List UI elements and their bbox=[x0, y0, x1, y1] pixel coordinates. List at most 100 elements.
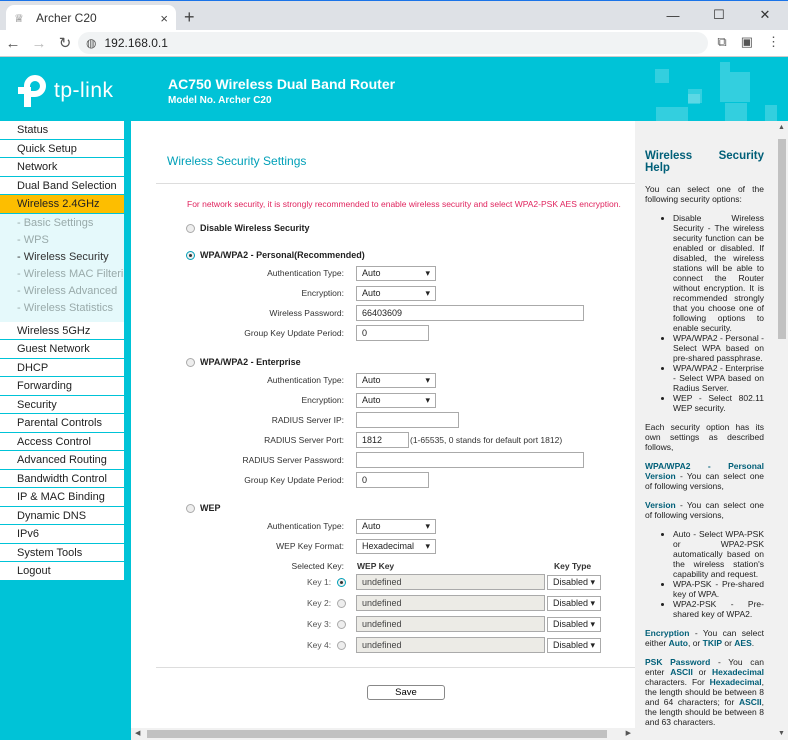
security-warning: For network security, it is strongly rec… bbox=[187, 199, 621, 209]
sidebar-item-parental-controls[interactable]: Parental Controls bbox=[0, 414, 124, 433]
bottom-divider bbox=[156, 667, 635, 668]
sidebar-item-advanced-routing[interactable]: Advanced Routing bbox=[0, 451, 124, 470]
scroll-down-icon[interactable]: ▼ bbox=[778, 730, 785, 737]
close-window-button[interactable]: ✕ bbox=[742, 1, 788, 29]
enterprise-gk-label: Group Key Update Period: bbox=[244, 475, 344, 485]
help-vertical-scrollbar[interactable]: ▲ ▼ bbox=[776, 121, 788, 740]
reload-icon[interactable]: ↻ bbox=[52, 34, 78, 52]
address-bar-row: ← → ↻ ◍ 192.168.0.1 ⧉ ▣ ⋮ bbox=[0, 30, 788, 57]
help-title: Wireless Security Help bbox=[645, 150, 764, 174]
translate-icon[interactable]: ⧉ bbox=[717, 34, 726, 50]
wep-radio[interactable] bbox=[186, 503, 195, 513]
key2-radio[interactable] bbox=[337, 598, 347, 608]
key3-input[interactable]: undefined bbox=[356, 616, 545, 632]
key3-type-select[interactable]: Disabled bbox=[547, 617, 601, 632]
browser-tab-strip: ♕ Archer C20 × + — ☐ ✕ bbox=[0, 0, 788, 31]
help-encryption: Encryption - You can select either Auto,… bbox=[645, 628, 764, 648]
help-option: WEP - Select 802.11 WEP security. bbox=[673, 393, 764, 413]
radius-port-input[interactable]: 1812 bbox=[356, 432, 409, 448]
personal-gk-label: Group Key Update Period: bbox=[244, 328, 344, 338]
minimize-button[interactable]: — bbox=[650, 1, 696, 29]
sidebar-item-status[interactable]: Status bbox=[0, 121, 124, 140]
wpa-enterprise-radio[interactable] bbox=[186, 357, 195, 367]
scroll-left-icon[interactable]: ◀ bbox=[135, 728, 140, 740]
key4-type-select[interactable]: Disabled bbox=[547, 638, 601, 653]
sidebar-item-ipv6[interactable]: IPv6 bbox=[0, 525, 124, 544]
key1-type-select[interactable]: Disabled bbox=[547, 575, 601, 590]
sidebar-item-access-control[interactable]: Access Control bbox=[0, 432, 124, 452]
key2-input[interactable]: undefined bbox=[356, 595, 545, 611]
horizontal-scrollbar[interactable]: ◀ ▶ bbox=[131, 728, 635, 740]
key4-input[interactable]: undefined bbox=[356, 637, 545, 653]
disable-security-label: Disable Wireless Security bbox=[200, 223, 310, 233]
maximize-button[interactable]: ☐ bbox=[696, 1, 742, 29]
wep-format-select[interactable]: Hexadecimal bbox=[356, 539, 436, 554]
close-tab-icon[interactable]: × bbox=[160, 11, 168, 26]
sidebar-subitem-wireless-security[interactable]: - Wireless Security bbox=[0, 249, 124, 266]
sidebar-item-ip-mac-binding[interactable]: IP & MAC Binding bbox=[0, 488, 124, 507]
save-button[interactable]: Save bbox=[367, 685, 445, 700]
back-icon[interactable]: ← bbox=[0, 35, 26, 52]
wireless-password-input[interactable]: 66403609 bbox=[356, 305, 584, 321]
new-tab-button[interactable]: + bbox=[184, 7, 195, 28]
key1-input[interactable]: undefined bbox=[356, 574, 545, 590]
model-number: Model No. Archer C20 bbox=[168, 95, 272, 106]
sidebar-item-network[interactable]: Network bbox=[0, 158, 124, 177]
key2-type-select[interactable]: Disabled bbox=[547, 596, 601, 611]
tp-link-logo: tp-link bbox=[18, 75, 114, 107]
help-version-item: WPA-PSK - Pre-shared key of WPA. bbox=[673, 579, 764, 599]
browser-tab[interactable]: ♕ Archer C20 × bbox=[6, 5, 176, 31]
personal-auth-select[interactable]: Auto bbox=[356, 266, 436, 281]
disable-security-option[interactable]: Disable Wireless Security bbox=[186, 223, 309, 233]
sidebar-subitem-wireless-advanced[interactable]: - Wireless Advanced bbox=[0, 283, 124, 300]
help-options-list: Disable Wireless Security - The wireless… bbox=[673, 213, 764, 413]
help-enc-head: Encryption bbox=[645, 628, 690, 638]
enterprise-gk-input[interactable]: 0 bbox=[356, 472, 429, 488]
sidebar-item-logout[interactable]: Logout bbox=[0, 562, 124, 581]
menu-kebab-icon[interactable]: ⋮ bbox=[767, 34, 780, 50]
help-panel: Wireless Security Help You can select on… bbox=[635, 121, 788, 740]
radius-password-input[interactable] bbox=[356, 452, 584, 468]
sidebar-item-dhcp[interactable]: DHCP bbox=[0, 358, 124, 378]
sidebar-subitem-wireless-statistics[interactable]: - Wireless Statistics bbox=[0, 300, 124, 317]
sidebar-item-quick-setup[interactable]: Quick Setup bbox=[0, 139, 124, 158]
sidebar-subitem-wps[interactable]: - WPS bbox=[0, 232, 124, 249]
personal-auth-label: Authentication Type: bbox=[267, 268, 344, 278]
sidebar-item-wireless-24ghz[interactable]: Wireless 2.4GHz bbox=[0, 195, 124, 214]
radius-ip-input[interactable] bbox=[356, 412, 459, 428]
sidebar-item-system-tools[interactable]: System Tools bbox=[0, 543, 124, 563]
wep-option[interactable]: WEP bbox=[186, 503, 221, 513]
sidebar-item-bandwidth-control[interactable]: Bandwidth Control bbox=[0, 469, 124, 489]
vertical-scroll-thumb[interactable] bbox=[778, 139, 786, 339]
wep-auth-select[interactable]: Auto bbox=[356, 519, 436, 534]
horizontal-scroll-thumb[interactable] bbox=[147, 730, 607, 738]
sidebar-item-dynamic-dns[interactable]: Dynamic DNS bbox=[0, 506, 124, 526]
sidebar-subitem-basic-settings[interactable]: - Basic Settings bbox=[0, 215, 124, 232]
wpa-enterprise-option[interactable]: WPA/WPA2 - Enterprise bbox=[186, 357, 301, 367]
selected-key-label: Selected Key: bbox=[291, 561, 344, 571]
sidebar-item-guest-network[interactable]: Guest Network bbox=[0, 340, 124, 359]
key4-radio[interactable] bbox=[337, 640, 347, 650]
enterprise-enc-select[interactable]: Auto bbox=[356, 393, 436, 408]
key1-radio[interactable] bbox=[337, 577, 347, 587]
wpa-personal-radio[interactable] bbox=[186, 250, 195, 260]
profile-icon[interactable]: ▣ bbox=[741, 34, 753, 50]
title-divider bbox=[156, 183, 635, 184]
key3-radio[interactable] bbox=[337, 619, 347, 629]
disable-security-radio[interactable] bbox=[186, 223, 195, 233]
wpa-personal-option[interactable]: WPA/WPA2 - Personal(Recommended) bbox=[186, 250, 365, 260]
sidebar-item-security[interactable]: Security bbox=[0, 395, 124, 415]
enterprise-auth-select[interactable]: Auto bbox=[356, 373, 436, 388]
sidebar-item-wireless-5ghz[interactable]: Wireless 5GHz bbox=[0, 321, 124, 341]
sidebar-item-dual-band-selection[interactable]: Dual Band Selection bbox=[0, 176, 124, 195]
sidebar-item-forwarding[interactable]: Forwarding bbox=[0, 377, 124, 396]
personal-gk-input[interactable]: 0 bbox=[356, 325, 429, 341]
help-hl: ASCII bbox=[670, 667, 693, 677]
forward-icon[interactable]: → bbox=[26, 35, 52, 52]
url-input[interactable]: ◍ 192.168.0.1 bbox=[78, 32, 708, 54]
personal-enc-select[interactable]: Auto bbox=[356, 286, 436, 301]
scroll-right-icon[interactable]: ▶ bbox=[626, 728, 631, 740]
scroll-up-icon[interactable]: ▲ bbox=[778, 124, 785, 131]
key1-label-text: Key 1: bbox=[307, 577, 332, 587]
sidebar-subitem-mac-filtering[interactable]: - Wireless MAC Filtering bbox=[0, 266, 124, 283]
